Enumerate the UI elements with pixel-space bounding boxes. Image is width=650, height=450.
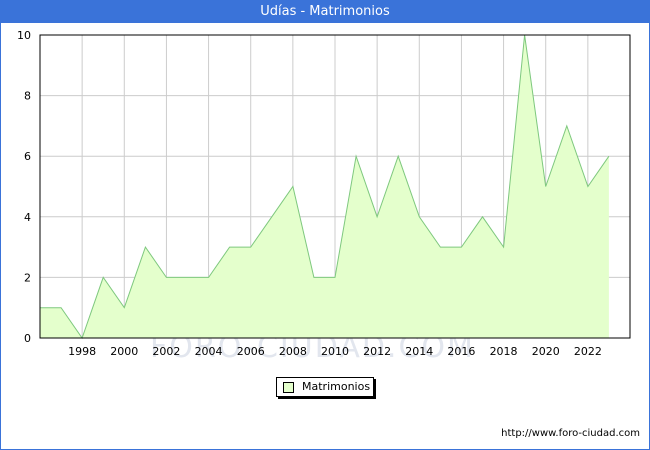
legend-swatch-matrimonios xyxy=(283,382,294,393)
y-tick-label: 2 xyxy=(24,271,31,284)
x-axis-ticks: 1998 2000 2002 2004 2006 2008 2010 2012 2014 2016… xyxy=(68,345,602,358)
y-tick-label: 8 xyxy=(24,90,31,103)
x-tick-label: 2016 xyxy=(447,345,475,358)
legend: Matrimonios xyxy=(276,377,374,397)
y-tick-label: 10 xyxy=(17,29,31,42)
series-area-matrimonios xyxy=(40,35,609,338)
y-tick-label: 6 xyxy=(24,150,31,163)
x-tick-label: 2022 xyxy=(574,345,602,358)
x-tick-label: 2020 xyxy=(532,345,560,358)
x-tick-label: 2018 xyxy=(490,345,518,358)
y-axis-ticks: 0 2 4 6 8 10 xyxy=(17,29,31,345)
y-tick-label: 0 xyxy=(24,332,31,345)
x-tick-label: 1998 xyxy=(68,345,96,358)
x-tick-label: 2012 xyxy=(363,345,391,358)
x-tick-label: 2004 xyxy=(195,345,223,358)
x-tick-label: 2010 xyxy=(321,345,349,358)
x-tick-label: 2006 xyxy=(237,345,265,358)
y-tick-label: 4 xyxy=(24,211,31,224)
legend-label-matrimonios: Matrimonios xyxy=(302,380,371,393)
source-link[interactable]: http://www.foro-ciudad.com xyxy=(501,428,640,439)
x-tick-label: 2000 xyxy=(110,345,138,358)
x-tick-label: 2014 xyxy=(405,345,433,358)
x-tick-label: 2008 xyxy=(279,345,307,358)
x-tick-label: 2002 xyxy=(152,345,180,358)
